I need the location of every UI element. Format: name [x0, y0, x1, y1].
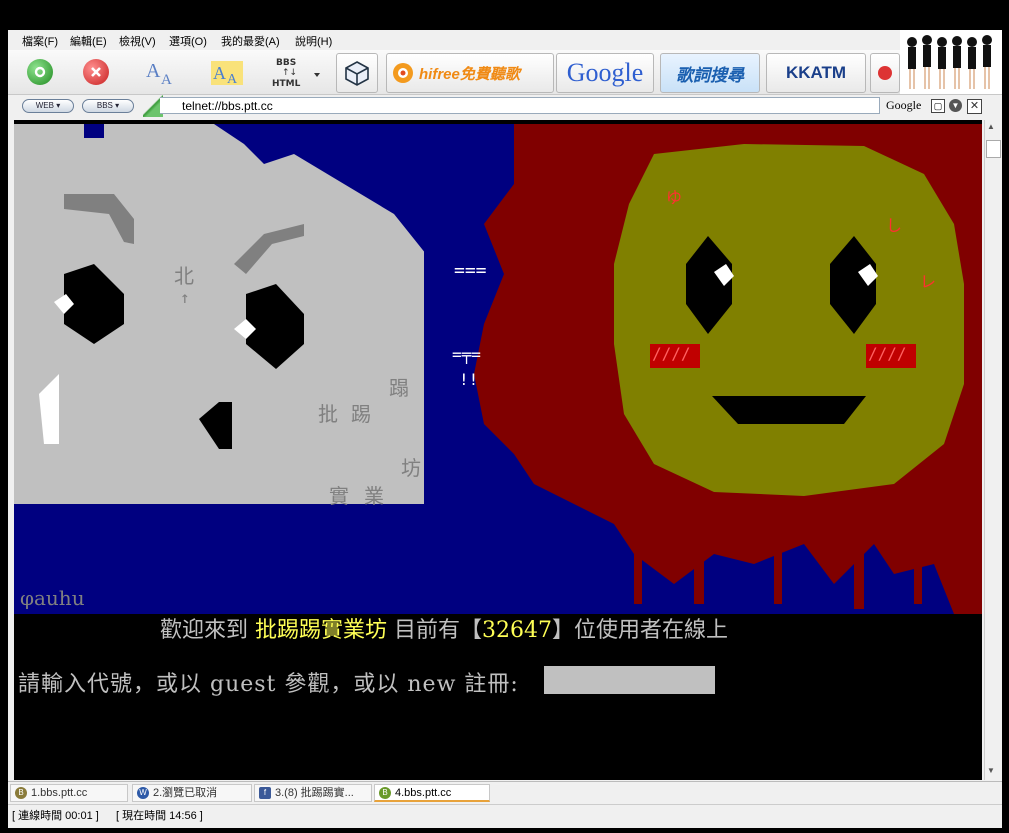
art-mark-1: ゆ	[666, 188, 683, 207]
art-mark-3: レ	[920, 272, 937, 291]
bbs-html-button[interactable]: BBS ↑↓ HTML	[266, 53, 326, 91]
menu-edit[interactable]: 編輯(E)	[70, 33, 107, 49]
art-glyph-equals: ===	[454, 260, 487, 281]
art-mark-2: し	[886, 216, 903, 235]
welcome-line: 歡迎來到 批踢踢實業坊 目前有【32647】位使用者在線上	[160, 612, 728, 644]
web-mode-label: WEB	[35, 101, 54, 110]
menu-bar: 檔案(F) 編輯(E) 檢視(V) 選項(O) 我的最愛(A) 說明(H)	[8, 30, 1002, 50]
art-char-north: 北	[174, 264, 194, 288]
more-button[interactable]	[870, 53, 900, 93]
connect-time: [ 連線時間 00:01 ]	[12, 810, 99, 822]
web-mode-button[interactable]: WEB ▾	[22, 99, 74, 113]
kkatm-label: KKATM	[785, 63, 847, 82]
art-signature: φauhu	[20, 586, 85, 610]
menu-options[interactable]: 選項(O)	[169, 33, 207, 49]
art-cheek-right: ////	[868, 344, 907, 363]
svg-text:A: A	[161, 72, 172, 87]
connect-button[interactable]	[14, 53, 66, 91]
online-count: 32647	[482, 618, 553, 643]
facebook-tab-icon: f	[259, 787, 271, 799]
art-char-ye: 業	[364, 484, 384, 508]
site-name: 批踢踢實業坊	[255, 618, 388, 643]
svg-text:↑↓: ↑↓	[282, 68, 297, 78]
group-photo-icon	[900, 30, 1002, 94]
login-id-input[interactable]	[544, 666, 715, 694]
url-input[interactable]: telnet://bbs.ptt.cc	[160, 97, 880, 114]
tab-1[interactable]: B 1.bbs.ptt.cc	[10, 784, 128, 802]
art-char-shi: 實	[329, 484, 349, 508]
tab-2[interactable]: W 2.瀏覽已取消	[132, 784, 252, 802]
address-book-button[interactable]	[336, 53, 378, 93]
art-char-arrow: ↑	[180, 288, 190, 307]
bbs-tab-icon: B	[379, 786, 391, 799]
menu-view[interactable]: 檢視(V)	[119, 33, 156, 49]
hifree-link[interactable]: hifree免費聽歌	[386, 53, 554, 93]
art-cheek-left: ////	[652, 344, 691, 363]
more-icon	[878, 66, 892, 80]
svg-text:A: A	[146, 60, 161, 82]
close-icon	[83, 59, 109, 85]
bbs-html-icon: BBS ↑↓ HTML	[272, 58, 320, 89]
hifree-logo-icon	[393, 63, 413, 83]
login-prompt: 請輸入代號，或以 guest 參觀，或以 new 註冊:	[18, 672, 527, 697]
group-photo-banner	[900, 30, 1002, 94]
tab-4[interactable]: B 4.bbs.ptt.cc	[374, 784, 490, 802]
art-glyph-cross: =╤=	[452, 345, 481, 364]
art-char-fang: 坊	[401, 456, 421, 480]
tab-3[interactable]: f 3.(8) 批踢踢實...	[254, 784, 372, 802]
google-link[interactable]: Google	[556, 53, 654, 93]
search-engine-label: Google	[886, 98, 922, 112]
status-bar: [ 連線時間 00:01 ] [ 現在時間 14:56 ]	[8, 804, 1002, 827]
welcome-prefix: 歡迎來到	[160, 618, 255, 643]
svg-text:A: A	[227, 72, 238, 87]
scroll-up-icon[interactable]: ▲	[987, 122, 995, 131]
toolbar: A A A A BBS ↑↓ HTML hifree免費聽歌 Google 歌詞…	[8, 50, 1002, 95]
svg-text:BBS: BBS	[276, 58, 296, 68]
page-icon[interactable]: ▢	[931, 99, 945, 113]
tab-label: 4.bbs.ptt.cc	[395, 786, 452, 799]
welcome-middle: 目前有【	[387, 618, 483, 643]
art-char-pi: 批	[318, 402, 338, 426]
tab-bar: B 1.bbs.ptt.cc W 2.瀏覽已取消 f 3.(8) 批踢踢實... B4…	[8, 781, 1002, 804]
font-style-button[interactable]: A A	[204, 53, 252, 91]
bbs-mode-label: BBS	[96, 101, 113, 110]
menu-file[interactable]: 檔案(F)	[22, 33, 58, 49]
bbs-mode-button[interactable]: BBS ▾	[82, 99, 134, 113]
lyrics-label: 歌詞搜尋	[676, 65, 744, 85]
tab-label: 3.(8) 批踢踢實...	[275, 787, 354, 799]
tab-label: 2.瀏覽已取消	[153, 787, 218, 799]
close-tab-icon[interactable]: ✕	[967, 99, 982, 114]
font-size-icon: A A	[146, 60, 172, 87]
terminal-scrollbar[interactable]: ▲ ▼	[984, 120, 1001, 780]
scroll-thumb[interactable]	[986, 140, 1001, 158]
svg-text:HTML: HTML	[272, 79, 301, 89]
bbs-terminal[interactable]: 北 ↑ 蹋 批 踢 坊 實 業 === =╤= !! ゆ し レ //// //…	[14, 120, 982, 780]
tab-label: 1.bbs.ptt.cc	[31, 787, 88, 799]
hifree-label: hifree免費聽歌	[419, 65, 520, 83]
web-tab-icon: W	[137, 787, 149, 799]
connect-icon	[27, 59, 53, 85]
cube-icon	[345, 61, 369, 86]
kkatm-link[interactable]: KKATM	[766, 53, 866, 93]
scroll-down-icon[interactable]: ▼	[987, 766, 995, 775]
ansi-art	[14, 124, 982, 614]
art-char-ta: 蹋	[389, 376, 409, 400]
dropdown-icon[interactable]: ▼	[949, 99, 962, 112]
address-bar: WEB ▾ BBS ▾ telnet://bbs.ptt.cc Google ▢…	[8, 95, 1002, 117]
svg-text:A: A	[213, 63, 226, 83]
google-label: Google	[566, 58, 644, 87]
menu-help[interactable]: 說明(H)	[295, 33, 332, 49]
highlight-font-icon: A A	[211, 61, 243, 87]
menu-favorites[interactable]: 我的最愛(A)	[221, 33, 280, 49]
disconnect-button[interactable]	[70, 53, 122, 91]
lyrics-search-link[interactable]: 歌詞搜尋	[660, 53, 760, 93]
font-size-button[interactable]: A A	[138, 53, 186, 91]
bbs-tab-icon: B	[15, 787, 27, 799]
art-char-ti: 踢	[351, 402, 371, 426]
current-time: [ 現在時間 14:56 ]	[116, 810, 203, 822]
art-glyph-bang: !!	[459, 370, 479, 389]
welcome-suffix: 】位使用者在線上	[552, 618, 729, 643]
